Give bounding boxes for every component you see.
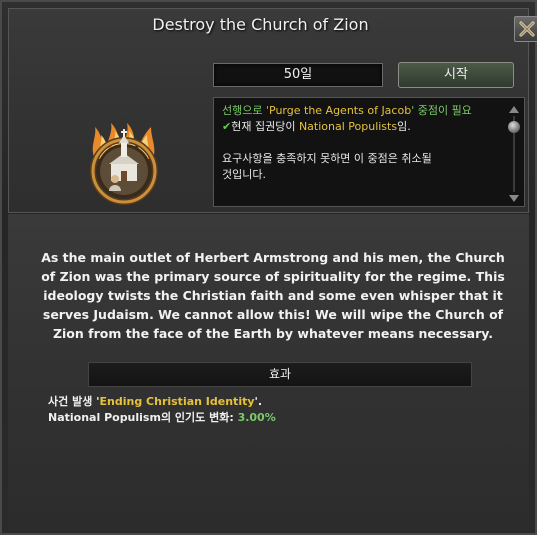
effects-header: 효과 xyxy=(88,362,472,387)
prerequisite-line: 선행으로 'Purge the Agents of Jacob' 중점이 필요 xyxy=(222,103,504,119)
scroll-thumb[interactable] xyxy=(508,121,520,133)
requirements-box: 선행으로 'Purge the Agents of Jacob' 중점이 필요 … xyxy=(213,97,525,207)
start-focus-button[interactable]: 시작 xyxy=(398,62,514,88)
cancel-note-line-1: 요구사항을 충족하지 못하면 이 중점은 취소될 xyxy=(222,152,432,165)
close-button[interactable] xyxy=(514,16,537,42)
popularity-value: 3.00% xyxy=(237,411,276,424)
focus-duration: 50일 xyxy=(213,63,383,87)
popularity-prefix: National Populism의 인기도 변화: xyxy=(48,411,238,424)
event-effect-line: 사건 발생 'Ending Christian Identity'. xyxy=(48,394,276,410)
ruling-prefix: 현재 집권당이 xyxy=(231,120,299,133)
focus-window: Destroy the Church of Zion 50일 시작 선행으로 '… xyxy=(0,0,537,535)
scroll-down-arrow-icon[interactable] xyxy=(509,195,519,202)
focus-description: As the main outlet of Herbert Armstrong … xyxy=(41,250,505,341)
scroll-up-arrow-icon[interactable] xyxy=(509,106,519,113)
window-title: Destroy the Church of Zion xyxy=(152,15,369,34)
cancel-note-line-2: 것입니다. xyxy=(222,168,266,181)
close-x-icon xyxy=(519,21,535,37)
requirements-scrollbar[interactable] xyxy=(507,104,521,204)
burning-church-emblem-icon xyxy=(81,119,167,205)
prereq-name: Purge the Agents of Jacob xyxy=(269,104,412,117)
checkmark-icon: ✔ xyxy=(222,120,232,133)
focus-header-panel: Destroy the Church of Zion 50일 시작 선행으로 '… xyxy=(8,8,537,213)
popularity-effect-line: National Populism의 인기도 변화: 3.00% xyxy=(48,410,276,426)
ruling-party-line: ✔현재 집권당이 National Populists임. xyxy=(222,119,504,135)
prereq-suffix: ' 중점이 필요 xyxy=(411,104,472,117)
event-prefix: 사건 발생 ' xyxy=(48,395,100,408)
event-suffix: '. xyxy=(254,395,263,408)
event-name: Ending Christian Identity xyxy=(99,395,255,408)
ruling-suffix: 임. xyxy=(397,120,411,133)
focus-details-panel: As the main outlet of Herbert Armstrong … xyxy=(8,214,529,531)
ruling-party-name: National Populists xyxy=(298,120,398,133)
effects-list: 사건 발생 'Ending Christian Identity'. Natio… xyxy=(48,394,276,426)
prereq-prefix: 선행으로 ' xyxy=(222,104,270,117)
